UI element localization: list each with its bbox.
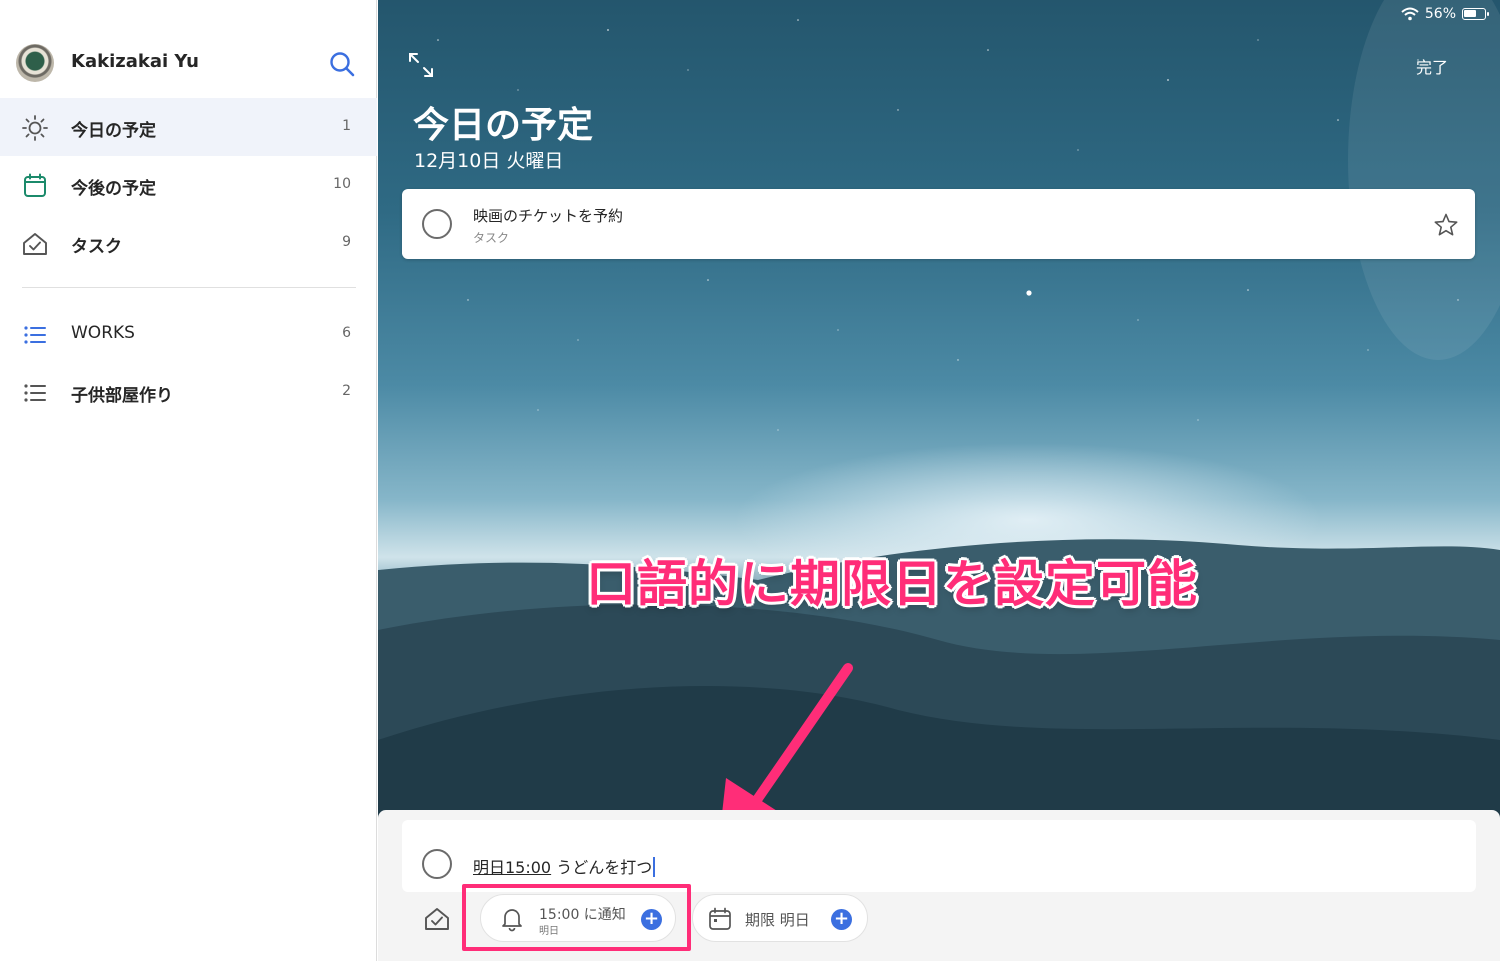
complete-checkbox[interactable] bbox=[422, 209, 452, 239]
reminder-time: 15:00 に通知 bbox=[539, 907, 626, 923]
done-button[interactable]: 完了 bbox=[1416, 54, 1448, 78]
task-item[interactable]: 映画のチケットを予約 タスク bbox=[402, 189, 1475, 259]
annotation-text: 口語的に期限日を設定可能 bbox=[586, 555, 1198, 613]
home-check-icon bbox=[23, 233, 47, 255]
sidebar-item-upcoming[interactable]: 今後の予定 10 bbox=[0, 156, 377, 214]
battery-icon bbox=[1462, 8, 1489, 20]
profile-header[interactable]: Kakizakai Yu bbox=[0, 30, 377, 96]
add-due-date-button[interactable]: + bbox=[831, 909, 852, 930]
sidebar-item-count: 9 bbox=[342, 234, 351, 250]
sidebar-item-count: 1 bbox=[342, 118, 351, 134]
sidebar-item-kids-room[interactable]: 子供部屋作り 2 bbox=[0, 363, 377, 421]
home-check-icon[interactable] bbox=[422, 904, 452, 934]
sidebar: Kakizakai Yu 今日の予定 1 今後の予定 10 タスク 9 WORK… bbox=[0, 0, 377, 961]
new-task-input[interactable]: 明日15:00 うどんを打つ bbox=[402, 820, 1476, 892]
sidebar-item-count: 2 bbox=[342, 383, 351, 399]
sidebar-item-label: 今日の予定 bbox=[71, 121, 156, 141]
expand-icon[interactable] bbox=[406, 50, 436, 80]
list-icon bbox=[24, 384, 46, 402]
sidebar-item-label: タスク bbox=[71, 237, 122, 257]
sidebar-item-label: WORKS bbox=[71, 323, 135, 343]
sidebar-item-today[interactable]: 今日の予定 1 bbox=[0, 98, 377, 156]
task-text: うどんを打つ bbox=[551, 858, 653, 877]
sidebar-item-works[interactable]: WORKS 6 bbox=[0, 305, 377, 363]
status-bar: 56% bbox=[1401, 6, 1489, 22]
calendar-icon bbox=[24, 173, 46, 197]
new-task-text[interactable]: 明日15:00 うどんを打つ bbox=[473, 854, 656, 878]
reminder-chip[interactable]: 15:00 に通知 明日 + bbox=[480, 894, 676, 942]
sidebar-item-count: 6 bbox=[342, 325, 351, 341]
starry-sky-background bbox=[437, 0, 1500, 431]
avatar[interactable] bbox=[16, 44, 54, 82]
list-icon bbox=[24, 326, 46, 344]
due-date-chip[interactable]: 期限 明日 + bbox=[692, 894, 868, 942]
add-reminder-button[interactable]: + bbox=[641, 909, 662, 930]
new-task-panel: 明日15:00 うどんを打つ 15:00 に通知 明日 + 期限 明日 + bbox=[378, 810, 1500, 961]
sidebar-item-label: 子供部屋作り bbox=[71, 386, 173, 406]
task-list-name: タスク bbox=[473, 231, 510, 245]
sidebar-item-label: 今後の予定 bbox=[71, 179, 156, 199]
star-icon[interactable] bbox=[1433, 212, 1459, 238]
bell-icon bbox=[502, 909, 522, 932]
parsed-date-text: 明日15:00 bbox=[473, 858, 552, 877]
wifi-icon bbox=[1401, 7, 1419, 21]
battery-percent: 56% bbox=[1424, 6, 1456, 22]
text-caret bbox=[653, 857, 656, 877]
search-icon[interactable] bbox=[326, 48, 358, 80]
page-date: 12月10日 火曜日 bbox=[414, 150, 564, 172]
calendar-icon bbox=[709, 907, 731, 930]
sidebar-divider bbox=[22, 287, 356, 288]
profile-name: Kakizakai Yu bbox=[71, 51, 199, 72]
page-title: 今日の予定 bbox=[413, 105, 594, 146]
task-title: 映画のチケットを予約 bbox=[473, 207, 624, 225]
main-panel: 56% 完了 今日の予定 12月10日 火曜日 映画のチケットを予約 タスク 口… bbox=[378, 0, 1500, 961]
reminder-day: 明日 bbox=[539, 926, 559, 937]
complete-checkbox[interactable] bbox=[422, 849, 452, 879]
due-date-label: 期限 明日 bbox=[745, 911, 810, 929]
sidebar-item-count: 10 bbox=[333, 176, 351, 192]
sidebar-item-tasks[interactable]: タスク 9 bbox=[0, 214, 377, 272]
sun-icon bbox=[22, 115, 48, 141]
